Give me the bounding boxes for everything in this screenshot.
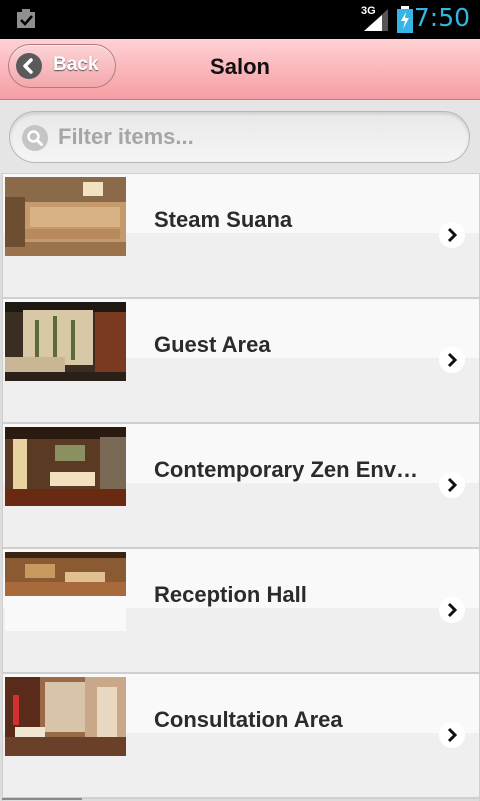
thumbnail-image	[5, 302, 126, 381]
search-input[interactable]	[56, 122, 440, 152]
thumbnail-image	[5, 552, 126, 631]
search-bar	[0, 100, 480, 173]
item-list: Steam Suana Guest Area Contemporary Zen …	[2, 173, 480, 801]
chevron-right-icon	[439, 472, 465, 498]
signal-icon	[364, 9, 388, 31]
list-item[interactable]: Consultation Area	[3, 674, 479, 799]
thumbnail-image	[5, 177, 126, 256]
list-item-label: Consultation Area	[154, 707, 343, 732]
search-icon	[22, 125, 48, 151]
chevron-right-icon	[439, 597, 465, 623]
chevron-right-icon	[439, 347, 465, 373]
list-item[interactable]: Contemporary Zen Environment	[3, 424, 479, 549]
list-item[interactable]: Reception Hall	[3, 549, 479, 674]
list-item[interactable]: Steam Suana	[3, 174, 479, 299]
list-item-label: Guest Area	[154, 332, 271, 357]
list-item[interactable]: Guest Area	[3, 299, 479, 424]
list-item-label: Contemporary Zen Environment	[154, 457, 424, 482]
list-item-label: Steam Suana	[154, 207, 293, 232]
clock: 7:50	[413, 3, 470, 32]
list-item-label: Reception Hall	[154, 582, 307, 607]
thumbnail-image	[5, 677, 126, 756]
chevron-right-icon	[439, 222, 465, 248]
thumbnail-image	[5, 427, 126, 506]
battery-charging-icon	[397, 6, 413, 33]
notification-check-icon	[17, 9, 35, 28]
header-bar: Back Salon	[0, 39, 480, 100]
status-bar: 3G 7:50	[0, 0, 480, 39]
page-title: Salon	[210, 54, 270, 79]
chevron-right-icon	[439, 722, 465, 748]
search-field[interactable]	[9, 111, 470, 163]
